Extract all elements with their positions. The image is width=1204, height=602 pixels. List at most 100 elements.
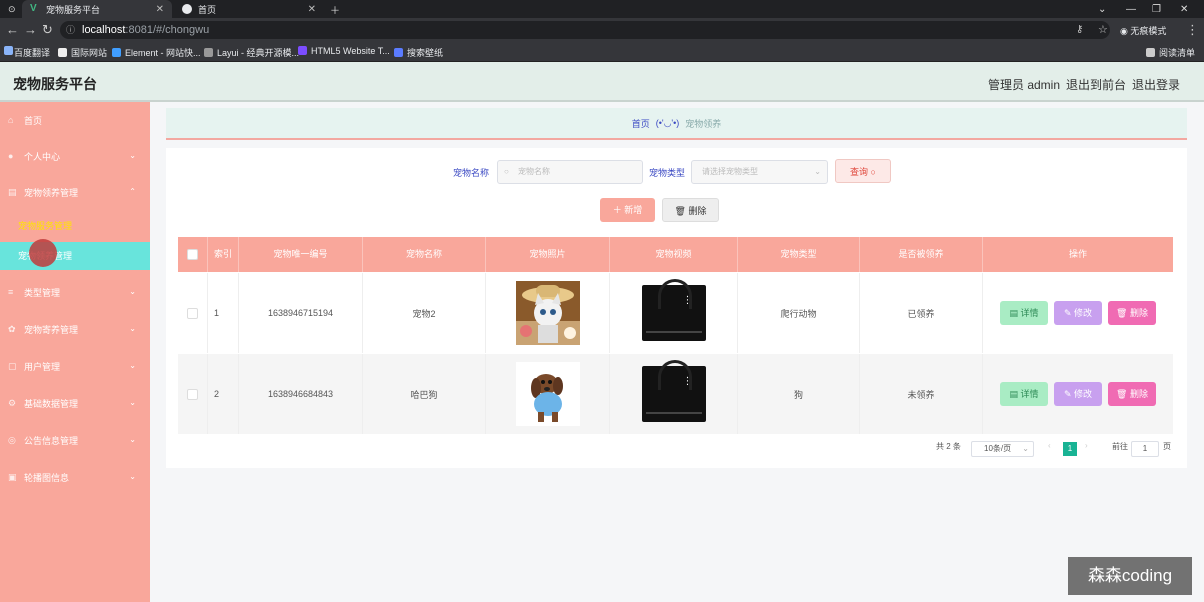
chevron-down-icon: ⌄ bbox=[129, 398, 136, 407]
cell-type: 爬行动物 bbox=[738, 273, 860, 353]
video-player[interactable]: ⋮ bbox=[641, 279, 706, 341]
sidebar-item-label: 公告信息管理 bbox=[24, 435, 79, 446]
sidebar-item-types[interactable]: ≡ 类型管理 ⌄ bbox=[0, 274, 150, 310]
add-button[interactable]: ＋ 新增 bbox=[600, 198, 655, 222]
row-checkbox[interactable] bbox=[187, 388, 198, 400]
close-icon[interactable]: ✕ bbox=[308, 4, 316, 15]
tab-home[interactable]: 首页 ✕ bbox=[174, 0, 324, 18]
col-photo[interactable]: 宠物照片 bbox=[486, 237, 610, 272]
star-icon[interactable]: ☆ bbox=[1098, 22, 1108, 38]
cell-name: 宠物2 bbox=[363, 273, 486, 353]
close-icon[interactable]: ✕ bbox=[156, 4, 164, 15]
select-all-checkbox[interactable] bbox=[187, 249, 198, 261]
sidebar-item-notice[interactable]: ◎ 公告信息管理 ⌄ bbox=[0, 422, 150, 458]
address-bar: ← → ↻ ⓘ localhost:8081/#/chongwu ⚷ ☆ ◉ 无… bbox=[0, 18, 1204, 42]
col-type[interactable]: 宠物类型 bbox=[738, 237, 860, 272]
query-label: 查询 bbox=[850, 167, 869, 177]
reading-list[interactable]: 阅读清单 bbox=[1146, 46, 1195, 59]
edit-button[interactable]: ✎ 修改 bbox=[1054, 301, 1102, 325]
sidebar-item-carousel[interactable]: ▣ 轮播图信息 ⌄ bbox=[0, 459, 150, 495]
cell-index: 2 bbox=[208, 354, 239, 434]
cell-name: 哈巴狗 bbox=[363, 354, 486, 434]
chevron-down-icon[interactable]: ⌄ bbox=[1098, 0, 1106, 18]
total-count: 共 2 条 bbox=[936, 442, 961, 451]
cell-actions: ▤ 详情 ✎ 修改 🗑 删除 bbox=[983, 354, 1173, 434]
pet-type-placeholder: 请选择宠物类型 bbox=[702, 167, 758, 176]
more-icon[interactable]: ⋮ bbox=[1186, 22, 1199, 38]
bookmark-item[interactable]: HTML5 Website T... bbox=[298, 46, 390, 56]
edit-button[interactable]: ✎ 修改 bbox=[1054, 382, 1102, 406]
delete-button[interactable]: 🗑 删除 bbox=[1108, 301, 1156, 325]
col-adopted[interactable]: 是否被领养 bbox=[860, 237, 983, 272]
logout-link[interactable]: 退出登录 bbox=[1132, 76, 1180, 93]
cell-code: 1638946684843 bbox=[239, 354, 363, 434]
cell-actions: ▤ 详情 ✎ 修改 🗑 删除 bbox=[983, 273, 1173, 353]
edit-label: 修改 bbox=[1074, 389, 1093, 399]
submenu-pet-service[interactable]: 宠物服务管理 bbox=[0, 212, 150, 240]
current-page[interactable]: 1 bbox=[1063, 442, 1077, 456]
list-icon: ≡ bbox=[8, 287, 14, 297]
tab-search-icon[interactable]: ⊙ bbox=[0, 0, 20, 18]
chevron-down-icon: ⌄ bbox=[129, 361, 136, 370]
video-player[interactable]: ⋮ bbox=[641, 360, 706, 422]
url-path: :8081/#/chongwu bbox=[125, 24, 210, 36]
bookmark-item[interactable]: 国际网站 bbox=[58, 46, 107, 59]
goto-page-input[interactable]: 1 bbox=[1131, 441, 1159, 457]
trash-icon: 🗑 bbox=[674, 206, 686, 216]
url-input[interactable]: ⓘ localhost:8081/#/chongwu bbox=[60, 21, 1110, 39]
more-icon[interactable]: ⋮ bbox=[683, 296, 693, 306]
pet-photo[interactable] bbox=[515, 362, 580, 426]
forward-icon[interactable]: → bbox=[24, 22, 37, 38]
key-icon[interactable]: ⚷ bbox=[1076, 22, 1083, 38]
sidebar-item-users[interactable]: ▢ 用户管理 ⌄ bbox=[0, 348, 150, 384]
chevron-down-icon: ⌄ bbox=[129, 287, 136, 296]
more-icon[interactable]: ⋮ bbox=[683, 377, 693, 387]
breadcrumb-home[interactable]: 首页 bbox=[632, 117, 650, 130]
gear-icon: ⚙ bbox=[8, 398, 17, 408]
col-name[interactable]: 宠物名称 bbox=[363, 237, 486, 272]
row-checkbox-cell bbox=[178, 354, 208, 434]
bookmark-item[interactable]: 搜索壁纸 bbox=[394, 46, 443, 59]
sidebar-item-basedata[interactable]: ⚙ 基础数据管理 ⌄ bbox=[0, 385, 150, 421]
query-button[interactable]: 查询 ○ bbox=[835, 159, 891, 183]
watermark: 森森coding bbox=[1068, 557, 1192, 595]
minimize-button[interactable]: — bbox=[1126, 0, 1136, 18]
sidebar-item-home[interactable]: ⌂ 首页 bbox=[0, 102, 150, 138]
bookmark-item[interactable]: 百度翻译 bbox=[14, 46, 50, 59]
col-index[interactable]: 索引 bbox=[208, 237, 239, 272]
reload-icon[interactable]: ↻ bbox=[42, 22, 53, 38]
new-tab-button[interactable]: ＋ bbox=[330, 0, 340, 18]
chevron-up-icon: ⌃ bbox=[129, 187, 136, 196]
bookmark-item[interactable]: Layui - 经典开源模... bbox=[204, 46, 299, 59]
tab-pet-platform[interactable]: V 宠物服务平台 ✕ bbox=[22, 0, 172, 18]
sidebar-item-profile[interactable]: ● 个人中心 ⌄ bbox=[0, 138, 150, 174]
detail-button[interactable]: ▤ 详情 bbox=[1000, 301, 1048, 325]
col-code[interactable]: 宠物唯一编号 bbox=[239, 237, 363, 272]
sidebar-item-boarding[interactable]: ✿ 宠物寄养管理 ⌄ bbox=[0, 311, 150, 347]
sidebar-item-adoption[interactable]: ▤ 宠物领养管理 ⌃ bbox=[0, 174, 150, 210]
row-checkbox[interactable] bbox=[187, 307, 198, 319]
cell-photo bbox=[486, 273, 610, 353]
bookmark-item[interactable]: Element - 网站快... bbox=[112, 46, 201, 59]
tab-label: 首页 bbox=[198, 4, 217, 15]
delete-button[interactable]: 🗑 删除 bbox=[1108, 382, 1156, 406]
detail-button[interactable]: ▤ 详情 bbox=[1000, 382, 1048, 406]
next-page-icon[interactable]: › bbox=[1085, 441, 1088, 450]
delete-label: 删除 bbox=[688, 206, 707, 216]
pet-photo[interactable] bbox=[515, 281, 580, 345]
maximize-button[interactable]: ❐ bbox=[1152, 0, 1161, 18]
prev-page-icon[interactable]: ‹ bbox=[1048, 441, 1051, 450]
back-icon[interactable]: ← bbox=[6, 22, 19, 38]
close-window-button[interactable]: ✕ bbox=[1180, 0, 1188, 18]
page-size-select[interactable]: 10条/页 ⌄ bbox=[971, 441, 1034, 457]
pet-name-placeholder: 宠物名称 bbox=[518, 167, 550, 176]
batch-delete-button[interactable]: 🗑 删除 bbox=[662, 198, 719, 222]
col-video[interactable]: 宠物视频 bbox=[610, 237, 738, 272]
pet-type-select[interactable]: 请选择宠物类型 ⌄ bbox=[691, 160, 828, 184]
profile-button[interactable]: ◉ 无痕模式 bbox=[1120, 23, 1166, 39]
to-front-link[interactable]: 退出到前台 bbox=[1066, 76, 1126, 93]
detail-label: 详情 bbox=[1020, 389, 1039, 399]
pet-name-input[interactable]: ○ 宠物名称 bbox=[497, 160, 643, 184]
cell-type: 狗 bbox=[738, 354, 860, 434]
submenu-pet-adoption[interactable]: 宠物领养管理 bbox=[0, 242, 150, 270]
